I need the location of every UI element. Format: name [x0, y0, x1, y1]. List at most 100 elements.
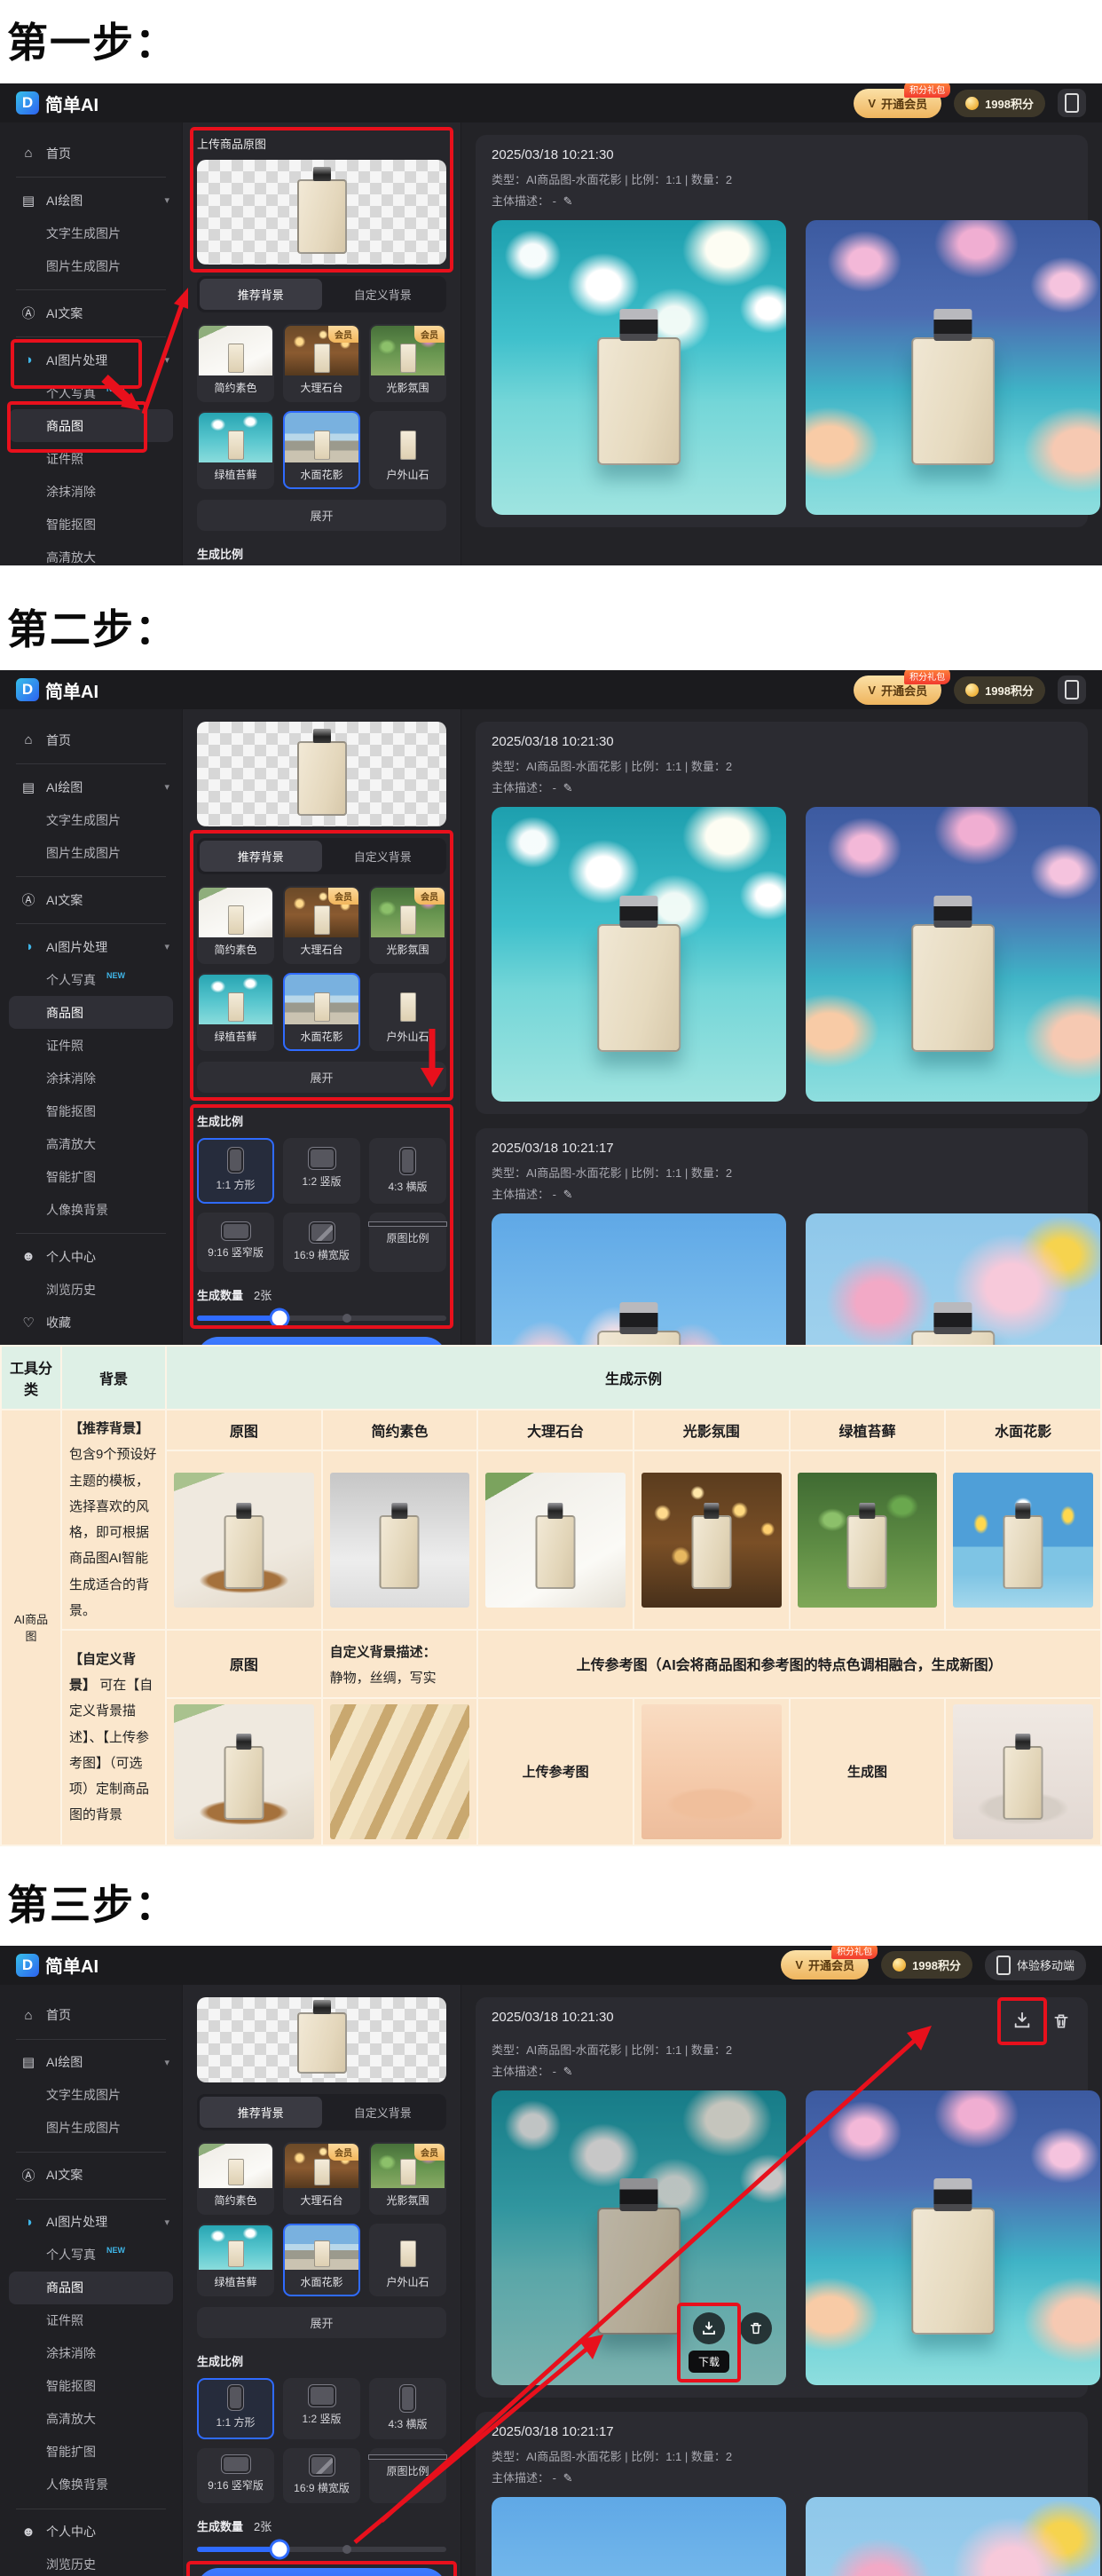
sidebar-item[interactable]: 涂抹消除 ▾ [0, 475, 182, 508]
generated-image-2[interactable] [806, 220, 1100, 515]
generated-image-1[interactable]: 下载 [492, 2090, 786, 2385]
edit-icon[interactable]: ✎ [563, 781, 573, 794]
mobile-app-button[interactable] [1058, 676, 1086, 704]
background-option[interactable]: 绿植苔藓 [197, 411, 274, 489]
background-option[interactable]: 会员 大理石台 [283, 324, 360, 402]
ratio-option[interactable]: 16:9 横宽版 [283, 1213, 360, 1272]
background-option[interactable]: 简约素色 [197, 886, 274, 964]
sidebar-item[interactable]: AI绘图 ▾ [0, 2046, 182, 2079]
points-pill[interactable]: 1998积分 [954, 676, 1045, 704]
quantity-slider[interactable] [197, 1316, 446, 1321]
sidebar-item[interactable]: AI绘图 ▾ [0, 184, 182, 217]
sidebar-item[interactable]: 个人中心 ▾ [0, 2516, 182, 2548]
sidebar-item[interactable]: 图片生成图片 ▾ [0, 836, 182, 869]
tab-recommended-bg[interactable]: 推荐背景 [200, 841, 322, 872]
ratio-option[interactable]: 1:1 方形 [197, 2378, 274, 2439]
sidebar-item[interactable]: 文字生成图片 ▾ [0, 2079, 182, 2112]
sidebar-item[interactable]: 首页 ▾ [0, 1999, 182, 2032]
sidebar-item[interactable]: 高清放大 ▾ [0, 1127, 182, 1160]
ratio-option[interactable]: 1:1 方形 [197, 1138, 274, 1204]
background-option[interactable]: 水面花影 [283, 411, 360, 489]
sidebar-item[interactable]: 图片生成图片 ▾ [0, 249, 182, 282]
background-option[interactable]: 会员 大理石台 [283, 2142, 360, 2215]
trash-icon[interactable] [1051, 2011, 1072, 2032]
sidebar-item[interactable]: 证件照 ▾ [0, 2304, 182, 2337]
background-option[interactable]: 绿植苔藓 [197, 2224, 274, 2296]
background-option[interactable]: 简约素色 [197, 324, 274, 402]
points-pill[interactable]: 1998积分 [954, 90, 1045, 117]
background-option[interactable]: 简约素色 [197, 2142, 274, 2215]
vip-button[interactable]: V 开通会员 积分礼包 [854, 676, 941, 705]
slider-thumb[interactable] [272, 2541, 287, 2556]
sidebar-item[interactable]: 高清放大 ▾ [0, 541, 182, 565]
sidebar-item[interactable]: 商品图 ▾ [9, 996, 173, 1029]
sidebar-item[interactable]: 首页 ▾ [0, 723, 182, 756]
sidebar-item[interactable]: 个人写真 NEW ▾ [0, 963, 182, 996]
generated-image-2[interactable] [806, 1213, 1100, 1345]
vip-button[interactable]: V 开通会员 积分礼包 [854, 89, 941, 118]
sidebar-item[interactable]: 智能抠图 ▾ [0, 508, 182, 541]
edit-icon[interactable]: ✎ [563, 2471, 573, 2485]
ratio-option[interactable]: 4:3 横版 [369, 1138, 446, 1204]
sidebar-item[interactable]: AI图片处理 ▾ [0, 2206, 182, 2239]
delete-image-button[interactable] [740, 2312, 772, 2344]
upload-area[interactable]: 上传商品原图 [197, 135, 446, 265]
generated-image-1[interactable] [492, 1213, 786, 1345]
points-pill[interactable]: 1998积分 [881, 1951, 972, 1979]
sidebar-item[interactable]: 图片生成图片 ▾ [0, 2112, 182, 2145]
sidebar-item[interactable]: 高清放大 ▾ [0, 2403, 182, 2436]
background-option[interactable]: 水面花影 [283, 2224, 360, 2296]
ratio-option[interactable]: 9:16 竖窄版 [197, 1213, 274, 1272]
sidebar-item[interactable]: AI文案 ▾ [0, 883, 182, 916]
sidebar-item[interactable]: 涂抹消除 ▾ [0, 1062, 182, 1094]
sidebar-item[interactable]: 个人写真 NEW ▾ [0, 376, 182, 409]
background-option[interactable]: 会员 大理石台 [283, 886, 360, 964]
tab-custom-bg[interactable]: 自定义背景 [322, 841, 445, 872]
ratio-option[interactable]: 原图比例 [369, 2448, 446, 2503]
sidebar-item[interactable]: AI文案 ▾ [0, 296, 182, 329]
tab-recommended-bg[interactable]: 推荐背景 [200, 2097, 322, 2128]
uploaded-product-image[interactable] [197, 722, 446, 826]
mobile-app-button[interactable] [1058, 89, 1086, 117]
ratio-option[interactable]: 4:3 横版 [369, 2378, 446, 2439]
uploaded-product-image[interactable] [197, 1997, 446, 2082]
sidebar-item[interactable]: AI绘图 ▾ [0, 770, 182, 803]
background-option[interactable]: 会员 光影氛围 [369, 2142, 446, 2215]
generate-button[interactable]: 生成图片 （消耗4积分） [197, 2568, 446, 2576]
sidebar-item[interactable]: 智能扩图 ▾ [0, 2436, 182, 2469]
ratio-option[interactable]: 16:9 横宽版 [283, 2448, 360, 2503]
sidebar-item[interactable]: 个人写真 NEW ▾ [0, 2239, 182, 2272]
sidebar-item[interactable]: 文字生成图片 ▾ [0, 217, 182, 249]
generate-button[interactable]: 生成图片 （消耗4积分） [197, 1337, 446, 1345]
sidebar-item[interactable]: AI图片处理 ▾ [0, 930, 182, 963]
slider-thumb[interactable] [272, 1311, 287, 1326]
vip-button[interactable]: V 开通会员 积分礼包 [781, 1950, 869, 1979]
sidebar-item[interactable]: 智能抠图 ▾ [0, 2370, 182, 2403]
generated-image-1[interactable] [492, 2497, 786, 2576]
background-option[interactable]: 水面花影 [283, 973, 360, 1051]
sidebar-item[interactable]: 人像换背景 ▾ [0, 2469, 182, 2501]
sidebar-item[interactable]: 个人中心 ▾ [0, 1240, 182, 1273]
expand-button[interactable]: 展开 [197, 2307, 446, 2338]
sidebar-item[interactable]: 商品图 ▾ [9, 2272, 173, 2304]
edit-icon[interactable]: ✎ [563, 194, 573, 208]
edit-icon[interactable]: ✎ [563, 2065, 573, 2078]
sidebar-item[interactable]: 首页 ▾ [0, 137, 182, 170]
sidebar-item[interactable]: 商品图 ▾ [9, 409, 173, 442]
mobile-app-button[interactable]: 体验移动端 [985, 1950, 1086, 1980]
sidebar-item[interactable]: 智能扩图 ▾ [0, 1160, 182, 1193]
sidebar-item[interactable]: 浏览历史 ▾ [0, 1273, 182, 1306]
sidebar-item[interactable]: 浏览历史 ▾ [0, 2548, 182, 2576]
background-option[interactable]: 会员 光影氛围 [369, 886, 446, 964]
tab-custom-bg[interactable]: 自定义背景 [322, 279, 445, 310]
expand-button[interactable]: 展开 [197, 1062, 446, 1093]
background-option[interactable]: 绿植苔藓 [197, 973, 274, 1051]
generated-image-2[interactable] [806, 2090, 1100, 2385]
ratio-option[interactable]: 原图比例 [369, 1213, 446, 1272]
ratio-option[interactable]: 9:16 竖窄版 [197, 2448, 274, 2503]
sidebar-item[interactable]: 证件照 ▾ [0, 1029, 182, 1062]
sidebar-item[interactable]: 证件照 ▾ [0, 442, 182, 475]
sidebar-item[interactable]: 智能抠图 ▾ [0, 1094, 182, 1127]
download-icon[interactable] [1011, 2010, 1033, 2031]
generated-image-2[interactable] [806, 2497, 1100, 2576]
